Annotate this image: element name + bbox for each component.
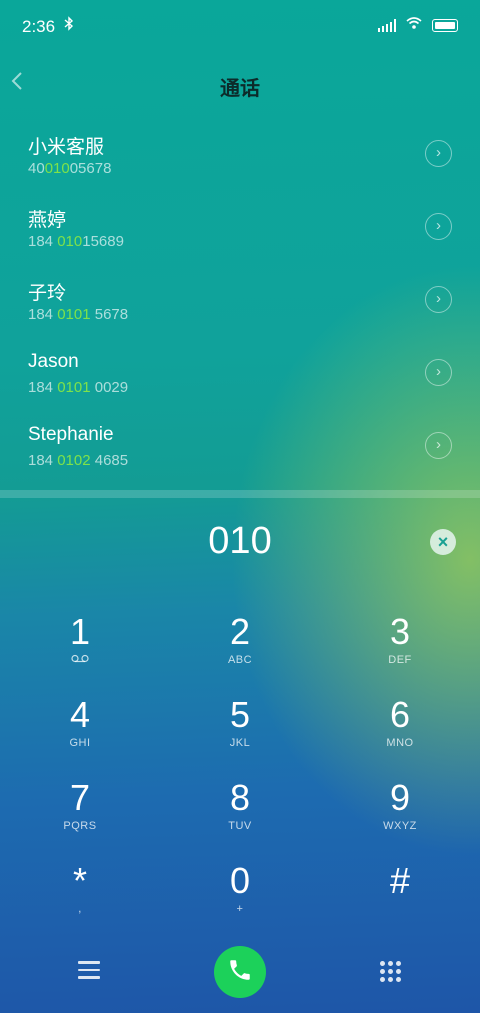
key-9[interactable]: 9 WXYZ: [320, 776, 480, 856]
status-time: 2:36: [22, 17, 56, 36]
divider: [0, 490, 480, 498]
list-item[interactable]: 小米客服 4001005678 ›: [0, 120, 480, 193]
contact-number: 184 01015689: [28, 233, 124, 250]
signal-icon: [378, 18, 396, 32]
chevron-right-icon[interactable]: ›: [425, 140, 452, 167]
status-bar: 2:36: [0, 0, 480, 52]
contact-number: 184 0101 0029: [28, 379, 129, 396]
wifi-icon: [406, 16, 422, 34]
phone-icon: [227, 957, 253, 988]
key-1[interactable]: 1: [0, 610, 160, 690]
battery-icon: [432, 18, 458, 32]
key-3[interactable]: 3 DEF: [320, 610, 480, 690]
contact-number: 4001005678: [28, 160, 112, 177]
key-hash[interactable]: #: [320, 859, 480, 939]
call-button[interactable]: [214, 946, 266, 998]
key-8[interactable]: 8 TUV: [160, 776, 320, 856]
contact-name: Stephanie: [28, 424, 114, 445]
contact-name: 子玲: [28, 283, 67, 304]
clear-icon[interactable]: ×: [430, 529, 456, 555]
bottom-bar: [0, 945, 480, 1000]
list-item[interactable]: Stephanie 184 0102 4685 ›: [0, 412, 480, 485]
chevron-right-icon[interactable]: ›: [425, 213, 452, 240]
search-results-list: 小米客服 4001005678 › 燕婷 184 01015689 › 子玲 1…: [0, 120, 480, 485]
contact-name: 燕婷: [28, 210, 67, 231]
key-2[interactable]: 2 ABC: [160, 610, 320, 690]
chevron-right-icon[interactable]: ›: [425, 432, 452, 459]
list-item[interactable]: 子玲 184 0101 5678 ›: [0, 266, 480, 339]
key-0[interactable]: 0 +: [160, 859, 320, 939]
key-7[interactable]: 7 PQRS: [0, 776, 160, 856]
dialpad-icon[interactable]: [380, 961, 401, 982]
page-title: 通话: [220, 78, 260, 100]
header: 通话: [0, 60, 480, 110]
chevron-right-icon[interactable]: ›: [425, 286, 452, 313]
key-5[interactable]: 5 JKL: [160, 693, 320, 773]
key-6[interactable]: 6 MNO: [320, 693, 480, 773]
contact-name: Jason: [28, 351, 79, 372]
key-4[interactable]: 4 GHI: [0, 693, 160, 773]
bluetooth-icon: [64, 16, 74, 35]
list-item[interactable]: Jason 184 0101 0029 ›: [0, 339, 480, 412]
voicemail-icon: [0, 654, 160, 666]
chevron-right-icon[interactable]: ›: [425, 359, 452, 386]
key-star[interactable]: *,: [0, 859, 160, 939]
menu-icon[interactable]: [78, 961, 100, 979]
contact-name: 小米客服: [28, 137, 105, 158]
list-item[interactable]: 燕婷 184 01015689 ›: [0, 193, 480, 266]
dialed-number: 010: [208, 520, 272, 562]
contact-number: 184 0102 4685: [28, 452, 129, 469]
contact-number: 184 0101 5678: [28, 306, 129, 323]
